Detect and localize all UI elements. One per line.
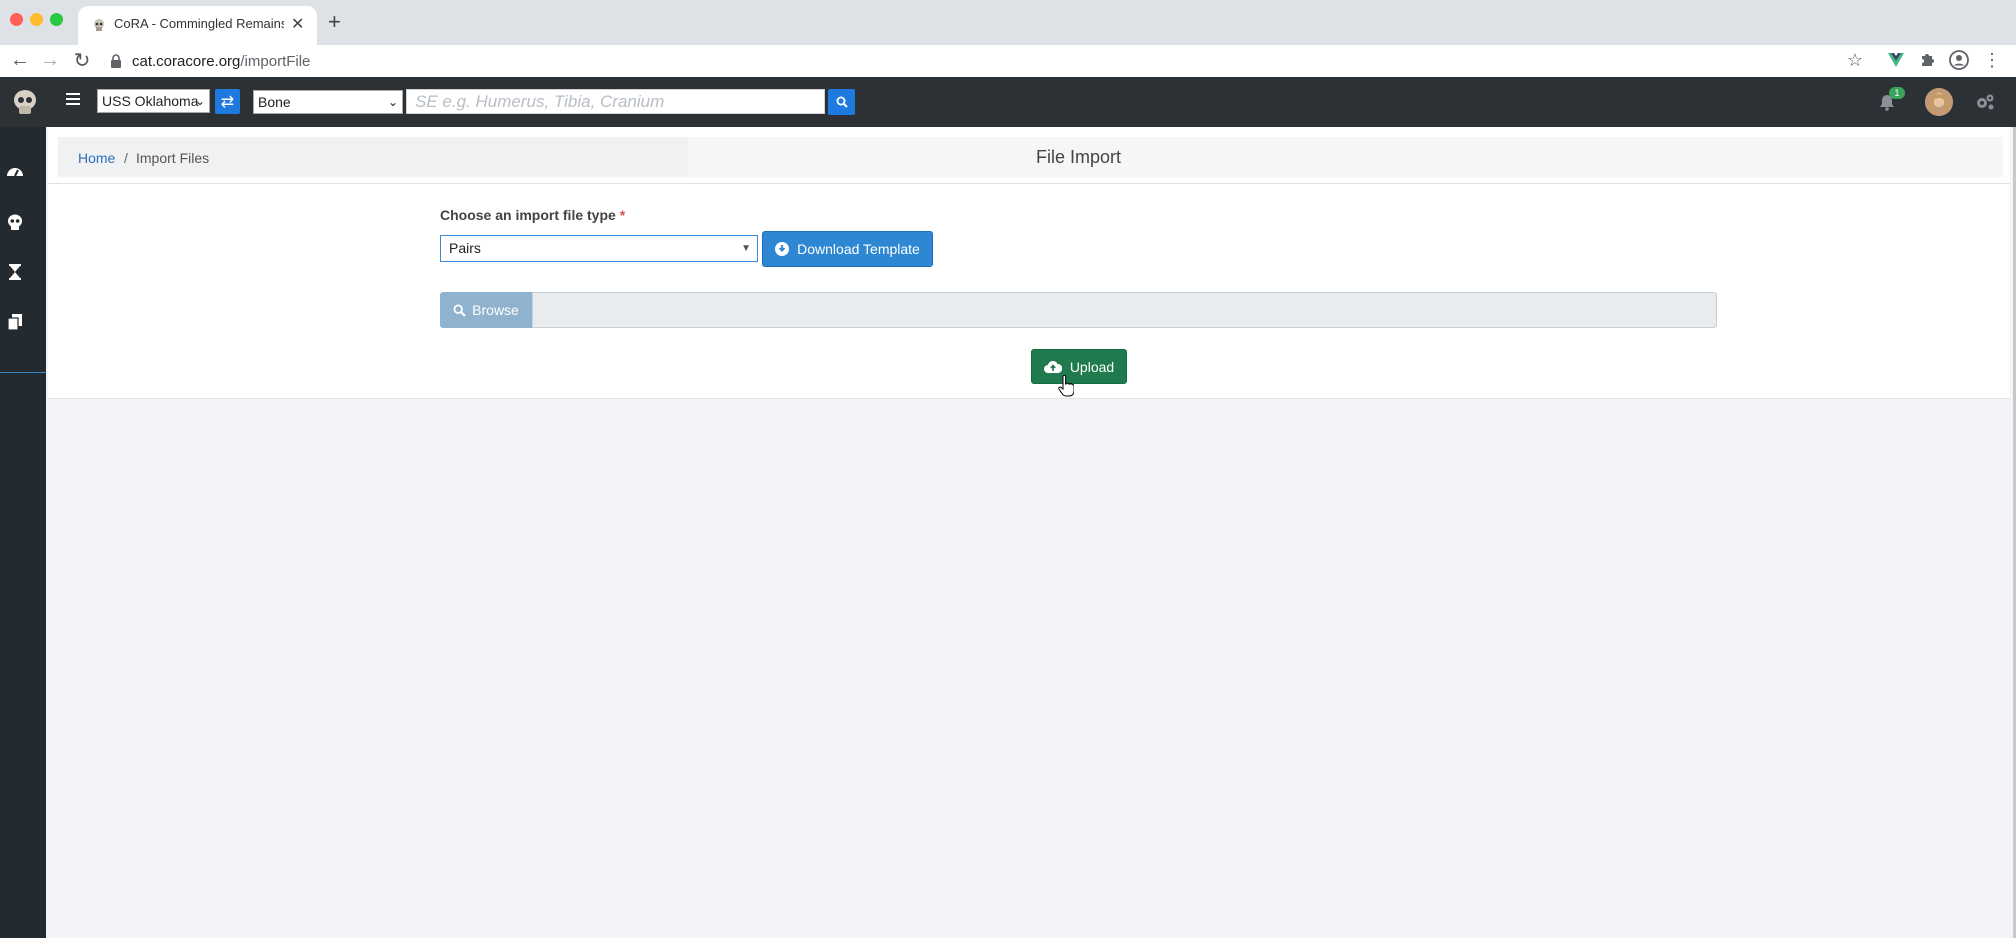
minimize-window-button[interactable]: [30, 13, 43, 26]
breadcrumb-home-link[interactable]: Home: [78, 150, 115, 166]
upload-cloud-icon: [1043, 360, 1062, 373]
title-bar: [688, 137, 2003, 177]
copy-icon[interactable]: [6, 313, 24, 331]
app-header: USS Oklahoma ⌄ ⇄ Bone ⌄ SE e.g. Humerus,…: [0, 77, 2016, 127]
category-select-value: Bone: [258, 94, 291, 110]
sidebar: [0, 127, 46, 938]
new-tab-icon[interactable]: +: [328, 9, 341, 35]
hand-cursor-icon: [1058, 375, 1074, 397]
search-icon: [453, 303, 466, 317]
project-select-value: USS Oklahoma: [102, 93, 199, 109]
dashboard-icon[interactable]: [6, 163, 24, 181]
divider: [48, 183, 2010, 184]
avatar[interactable]: [1925, 88, 1953, 116]
required-mark: *: [619, 207, 626, 223]
browser-menu-icon[interactable]: ⋮: [1980, 48, 2004, 72]
browser-tab[interactable]: CoRA - Commingled Remains / ✕: [78, 6, 317, 45]
notification-badge: 1: [1889, 87, 1905, 99]
skull-favicon-icon: [94, 19, 104, 31]
file-type-select[interactable]: Pairs ▼: [440, 235, 758, 262]
maximize-window-button[interactable]: [50, 13, 63, 26]
browser-toolbar: ← → ↻ cat.coracore.org/importFile ☆ ⋮: [0, 45, 2016, 78]
upload-button[interactable]: Upload: [1031, 349, 1127, 384]
hourglass-icon[interactable]: [6, 263, 24, 281]
download-template-label: Download Template: [797, 241, 920, 257]
close-window-button[interactable]: [10, 13, 23, 26]
skull-logo-icon[interactable]: [10, 87, 40, 117]
search-placeholder: SE e.g. Humerus, Tibia, Cranium: [415, 92, 665, 111]
skull-icon[interactable]: [6, 213, 24, 231]
swap-button[interactable]: ⇄: [215, 89, 240, 114]
breadcrumb-current: Import Files: [136, 150, 210, 166]
swap-arrows-icon: ⇄: [220, 93, 235, 111]
hamburger-menu-icon[interactable]: [66, 92, 80, 106]
browser-tab-bar: CoRA - Commingled Remains / ✕ +: [0, 0, 2016, 45]
chevron-down-icon: ⌄: [387, 95, 398, 109]
reload-icon[interactable]: ↻: [70, 48, 94, 72]
page-title: File Import: [1036, 147, 1122, 167]
chevron-down-icon: ⌄: [194, 94, 205, 108]
bookmark-star-icon[interactable]: ☆: [1843, 48, 1867, 72]
file-type-value: Pairs: [449, 240, 481, 256]
forward-icon[interactable]: →: [38, 48, 62, 72]
tab-title: CoRA - Commingled Remains /: [114, 16, 284, 31]
file-name-field[interactable]: [532, 292, 1717, 328]
project-select[interactable]: USS Oklahoma ⌄: [97, 89, 210, 113]
breadcrumb-separator: /: [124, 150, 128, 166]
browse-button[interactable]: Browse: [440, 292, 532, 328]
import-panel: Home / Import Files File Import Choose a…: [48, 127, 2010, 399]
browse-label: Browse: [472, 302, 519, 318]
url-path: /importFile: [240, 52, 311, 70]
back-icon[interactable]: ←: [8, 48, 32, 72]
upload-label: Upload: [1069, 358, 1115, 375]
sidebar-divider: [0, 372, 46, 373]
caret-down-icon: ▼: [741, 243, 751, 254]
category-select[interactable]: Bone ⌄: [253, 90, 403, 114]
search-button[interactable]: [828, 89, 855, 115]
download-icon: [775, 242, 790, 256]
address-bar[interactable]: cat.coracore.org/importFile: [108, 48, 1848, 74]
url-host: cat.coracore.org: [132, 52, 241, 70]
lock-icon: [111, 54, 121, 68]
close-tab-icon[interactable]: ✕: [291, 14, 304, 34]
extensions-puzzle-icon[interactable]: [1915, 48, 1939, 72]
file-picker: Browse: [440, 292, 1717, 328]
vue-extension-icon[interactable]: [1884, 48, 1908, 72]
profile-icon[interactable]: [1947, 48, 1971, 72]
file-type-label-text: Choose an import file type: [440, 207, 616, 223]
search-icon: [836, 96, 848, 108]
download-template-button[interactable]: Download Template: [762, 231, 933, 267]
search-input[interactable]: SE e.g. Humerus, Tibia, Cranium: [406, 89, 825, 114]
file-type-label: Choose an import file type *: [440, 207, 625, 223]
gears-icon[interactable]: [1975, 93, 1995, 111]
